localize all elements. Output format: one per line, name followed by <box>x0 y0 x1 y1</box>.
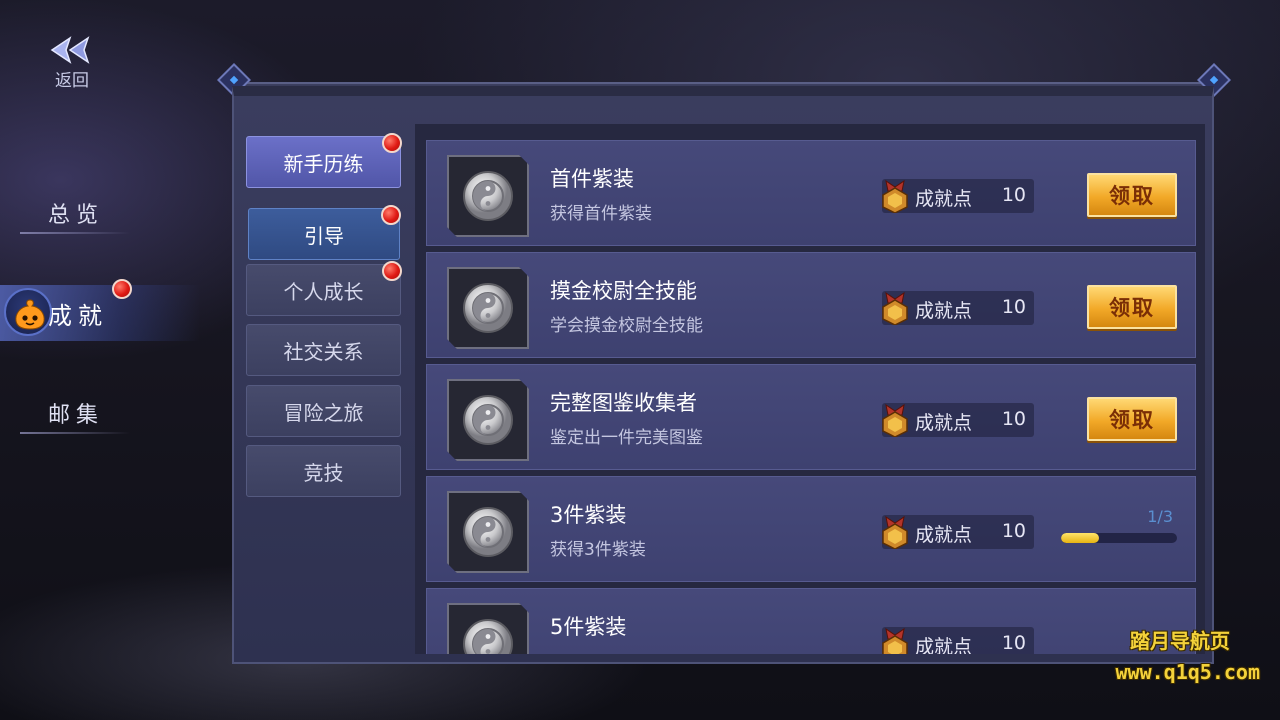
achievement-desc: 学会摸金校尉全技能 <box>550 316 703 336</box>
mascot-avatar-icon <box>4 288 52 336</box>
points-label: 成就点 <box>915 412 973 434</box>
watermark-title: 踏月导航页 <box>1130 629 1230 653</box>
tab-label: 竞技 <box>303 460 344 485</box>
progress-text: 1/3 <box>1147 507 1173 526</box>
coin-icon <box>447 379 529 461</box>
coin-icon <box>447 491 529 573</box>
claim-button[interactable]: 领取 <box>1087 173 1177 217</box>
back-button[interactable]: 返回 <box>44 36 100 91</box>
achievement-title: 3件紫装 <box>550 503 627 527</box>
achievement-points: 成就点 10 <box>882 627 1034 654</box>
claim-button[interactable]: 领取 <box>1087 285 1177 329</box>
tab-label: 新手历练 <box>283 151 364 176</box>
nav-divider <box>20 232 130 234</box>
main-nav-item-achievements[interactable]: 成就 <box>0 279 200 341</box>
achievement-desc: 获得首件紫装 <box>550 204 652 224</box>
coin-icon <box>447 603 529 654</box>
main-nav-label: 邮集 <box>48 403 105 428</box>
points-label: 成就点 <box>915 524 973 546</box>
watermark-url: www.q1q5.com <box>1115 660 1261 684</box>
points-label: 成就点 <box>915 188 973 210</box>
tab-label: 社交关系 <box>283 339 364 364</box>
progress-fill <box>1061 533 1100 543</box>
tab-label: 引导 <box>304 223 344 248</box>
tab-label: 冒险之旅 <box>283 400 364 425</box>
achievement-row: 完整图鉴收集者鉴定出一件完美图鉴 成就点 10 领取 <box>426 364 1196 470</box>
watermark: 踏月导航页 www.q1q5.com <box>1116 625 1261 684</box>
main-nav-item-overview[interactable]: 总览 <box>0 188 200 238</box>
tab-guide[interactable]: 引导 <box>248 205 401 260</box>
tab-arena[interactable]: 竞技 <box>246 445 401 497</box>
progress-bar <box>1061 533 1177 543</box>
achievement-title: 完整图鉴收集者 <box>550 391 697 415</box>
achievement-points: 成就点 10 <box>882 291 1034 326</box>
notification-badge <box>382 133 402 153</box>
achievement-row: 5件紫装成就点 10 <box>426 588 1196 654</box>
notification-badge <box>112 279 132 299</box>
achievement-points: 成就点 10 <box>882 403 1034 438</box>
medal-icon <box>880 515 910 553</box>
coin-icon <box>447 155 529 237</box>
double-chevron-left-icon <box>44 36 100 64</box>
tab-newbie-training[interactable]: 新手历练 <box>246 133 402 188</box>
points-value: 10 <box>1001 520 1026 542</box>
tab-adventure[interactable]: 冒险之旅 <box>246 385 401 437</box>
achievement-row: 首件紫装获得首件紫装 成就点 10 领取 <box>426 140 1196 246</box>
points-value: 10 <box>1001 408 1026 430</box>
tab-personal-growth[interactable]: 个人成长 <box>246 261 402 316</box>
main-nav-label: 总览 <box>48 203 105 228</box>
points-value: 10 <box>1001 632 1026 654</box>
achievement-title: 5件紫装 <box>550 615 627 639</box>
nav-divider <box>20 432 130 434</box>
tab-label: 个人成长 <box>283 279 364 304</box>
achievement-points: 成就点 10 <box>882 179 1034 214</box>
medal-icon <box>880 179 910 217</box>
achievement-row: 3件紫装获得3件紫装 成就点 10 1/3 <box>426 476 1196 582</box>
medal-icon <box>880 403 910 441</box>
points-value: 10 <box>1001 184 1026 206</box>
achievement-points: 成就点 10 <box>882 515 1034 550</box>
points-value: 10 <box>1001 296 1026 318</box>
tab-social[interactable]: 社交关系 <box>246 324 401 376</box>
medal-icon <box>880 291 910 329</box>
back-label: 返回 <box>55 71 89 91</box>
achievement-row: 摸金校尉全技能学会摸金校尉全技能 成就点 10 领取 <box>426 252 1196 358</box>
medal-icon <box>880 627 910 654</box>
claim-button[interactable]: 领取 <box>1087 397 1177 441</box>
main-nav-item-stamps[interactable]: 邮集 <box>0 388 200 438</box>
achievement-title: 首件紫装 <box>550 167 634 191</box>
achievement-title: 摸金校尉全技能 <box>550 279 697 303</box>
achievement-desc: 鉴定出一件完美图鉴 <box>550 428 703 448</box>
achievement-list[interactable]: 首件紫装 获得首件紫装 成就点 10 领取 摸金校尉全技能 学会摸金校尉全技能 成就点 10 领取… <box>415 124 1205 654</box>
points-label: 成就点 <box>915 300 973 322</box>
points-label: 成就点 <box>915 636 973 654</box>
achievement-desc: 获得3件紫装 <box>550 540 646 560</box>
main-nav-label: 成就 <box>48 301 108 330</box>
notification-badge <box>381 205 401 225</box>
notification-badge <box>382 261 402 281</box>
coin-icon <box>447 267 529 349</box>
